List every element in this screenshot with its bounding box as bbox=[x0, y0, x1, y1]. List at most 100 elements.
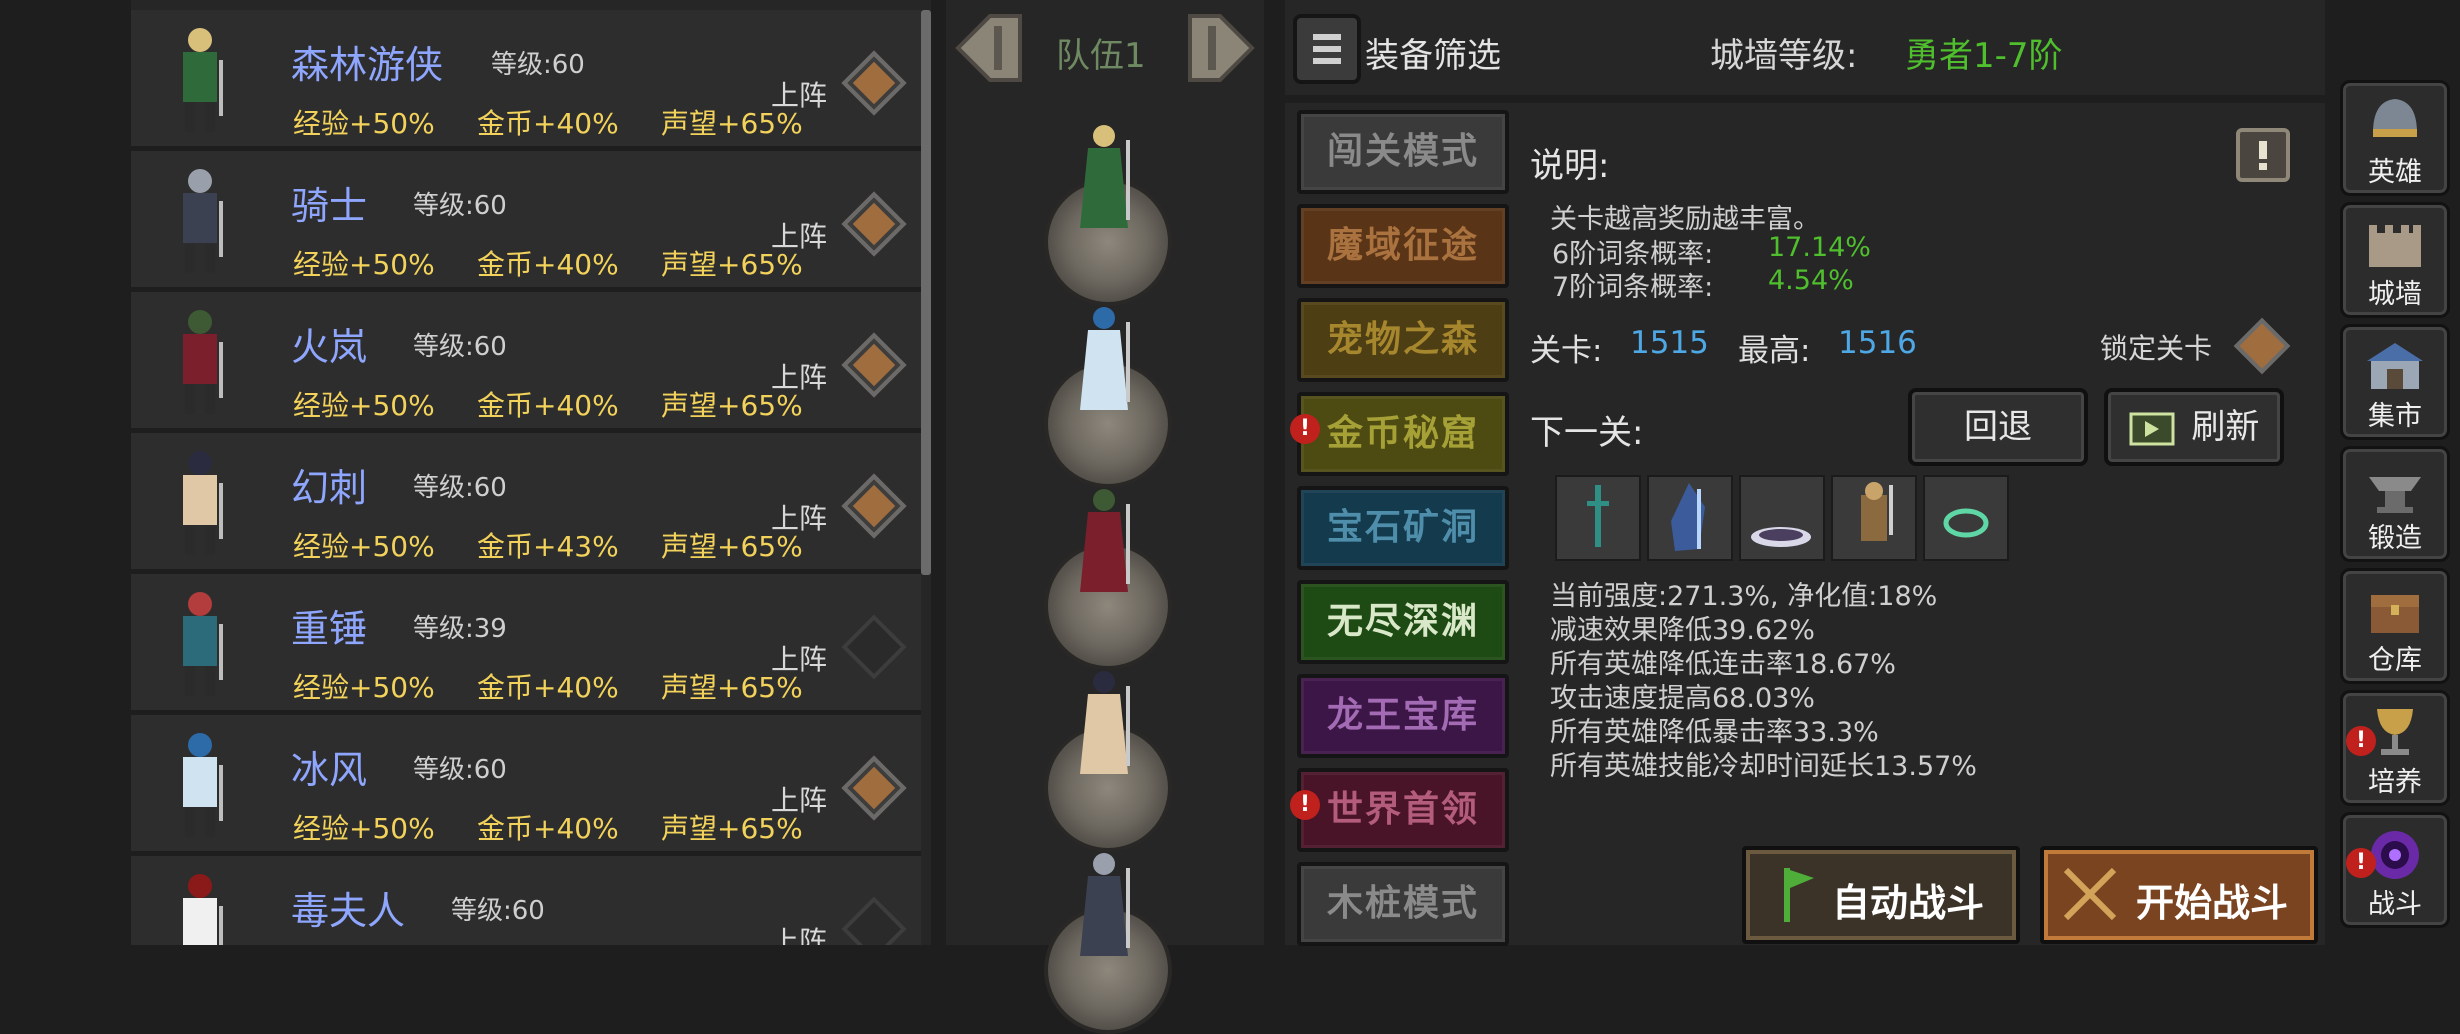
auto-battle-button[interactable]: 自动战斗 bbox=[1742, 846, 2020, 944]
enemy-slot-1[interactable] bbox=[1555, 475, 1641, 561]
hero-deploy-label: 上阵 bbox=[771, 784, 828, 817]
hero-deploy-toggle[interactable] bbox=[841, 50, 907, 116]
hero-level: 等级:39 bbox=[413, 614, 507, 644]
nav-label: 集市 bbox=[2368, 401, 2422, 432]
prev-team-arrow-icon[interactable] bbox=[954, 12, 1024, 84]
mode-label: 魔域征途 bbox=[1326, 225, 1479, 266]
hero-gold-bonus: 金币+43% bbox=[477, 530, 619, 563]
hero-row[interactable]: 冰风 等级:60 经验+50% 金币+40% 声望+65% 上阵 bbox=[131, 715, 921, 857]
hero-row[interactable]: 幻刺 等级:60 经验+50% 金币+43% 声望+65% 上阵 bbox=[131, 433, 921, 575]
hero-exp-bonus: 经验+50% bbox=[293, 812, 435, 845]
hero-deploy-toggle[interactable] bbox=[841, 614, 907, 680]
mode-button[interactable]: 闯关模式 bbox=[1297, 110, 1509, 194]
hero-deploy-toggle[interactable] bbox=[841, 755, 907, 821]
nav-button-2[interactable]: 城墙 bbox=[2340, 202, 2450, 318]
mode-button[interactable]: 宠物之森 bbox=[1297, 298, 1509, 382]
best-stage-value: 1516 bbox=[1838, 325, 1917, 361]
start-battle-button[interactable]: 开始战斗 bbox=[2040, 846, 2318, 944]
menu-icon bbox=[1313, 34, 1341, 64]
hero-level: 等级:60 bbox=[413, 473, 507, 503]
hero-portrait-icon bbox=[183, 310, 223, 414]
hero-exp-bonus: 经验+50% bbox=[293, 671, 435, 704]
hero-row[interactable]: 毒夫人 等级:60 上阵 bbox=[131, 856, 921, 945]
mode-label: 木桩模式 bbox=[1326, 883, 1479, 924]
hero-level: 等级:60 bbox=[491, 50, 585, 80]
goblet-icon bbox=[2377, 709, 2413, 755]
mode-button[interactable]: 世界首领 bbox=[1297, 768, 1509, 852]
stage-modifier-line: 所有英雄降低连击率18.67% bbox=[1550, 649, 1896, 680]
hero-deploy-label: 上阵 bbox=[771, 220, 828, 253]
info-icon bbox=[2259, 141, 2267, 170]
mode-label: 龙王宝库 bbox=[1326, 695, 1479, 736]
mode-button[interactable]: 龙王宝库 bbox=[1297, 674, 1509, 758]
alert-badge-icon: ! bbox=[1290, 790, 1320, 820]
hero-name: 骑士 bbox=[291, 184, 368, 228]
equipment-filter-label[interactable]: 装备筛选 bbox=[1365, 28, 1501, 77]
hero-deploy-label: 上阵 bbox=[771, 925, 828, 945]
hero-gold-bonus: 金币+40% bbox=[477, 248, 619, 281]
start-battle-label: 开始战斗 bbox=[2136, 881, 2289, 925]
retreat-button[interactable]: 回退 bbox=[1908, 388, 2088, 466]
team-member-sprite[interactable] bbox=[1054, 846, 1154, 976]
stage-modifier-line: 当前强度:271.3%, 净化值:18% bbox=[1550, 581, 1938, 612]
refresh-button[interactable]: 刷新 bbox=[2104, 388, 2284, 466]
enemy-slot-2[interactable] bbox=[1647, 475, 1733, 561]
enemy-slot-5[interactable] bbox=[1923, 475, 2009, 561]
team-member-sprite[interactable] bbox=[1054, 664, 1154, 794]
hero-list[interactable]: 森林游侠 等级:60 经验+50% 金币+40% 声望+65% 上阵 骑士 等级… bbox=[131, 0, 931, 945]
alert-badge-icon: ! bbox=[1290, 414, 1320, 444]
hero-deploy-toggle[interactable] bbox=[841, 896, 907, 945]
hero-row[interactable]: 重锤 等级:39 经验+50% 金币+40% 声望+65% 上阵 bbox=[131, 574, 921, 716]
wolf-icon bbox=[1751, 527, 1811, 547]
hero-deploy-toggle[interactable] bbox=[841, 473, 907, 539]
market-icon bbox=[2367, 343, 2423, 389]
hero-deploy-toggle[interactable] bbox=[841, 191, 907, 257]
nav-button-3[interactable]: 集市 bbox=[2340, 324, 2450, 440]
equipment-filter-button[interactable] bbox=[1293, 14, 1361, 84]
mode-button[interactable]: 金币秘窟 bbox=[1297, 392, 1509, 476]
retreat-label: 回退 bbox=[1964, 407, 2032, 447]
mode-button[interactable]: 魔域征途 bbox=[1297, 204, 1509, 288]
team-member-sprite[interactable] bbox=[1054, 300, 1154, 430]
hero-level: 等级:60 bbox=[451, 896, 545, 926]
mode-button[interactable]: 木桩模式 bbox=[1297, 862, 1509, 946]
hero-name: 重锤 bbox=[291, 607, 368, 651]
hero-row[interactable]: 森林游侠 等级:60 经验+50% 金币+40% 声望+65% 上阵 bbox=[131, 10, 921, 152]
alert-badge-icon: ! bbox=[2346, 848, 2376, 878]
nav-button-4[interactable]: 锻造 bbox=[2340, 446, 2450, 562]
hero-row[interactable]: 骑士 等级:60 经验+50% 金币+40% 声望+65% 上阵 bbox=[131, 151, 921, 293]
mode-label: 无尽深渊 bbox=[1326, 601, 1479, 642]
sword-icon bbox=[1587, 485, 1609, 547]
hero-level: 等级:60 bbox=[413, 755, 507, 785]
hero-exp-bonus: 经验+50% bbox=[293, 107, 435, 140]
stage-modifier-line: 所有英雄降低暴击率33.3% bbox=[1550, 717, 1879, 748]
hero-portrait-icon bbox=[183, 451, 223, 555]
nav-button-5[interactable]: 仓库 bbox=[2340, 568, 2450, 684]
enemy-slot-3[interactable] bbox=[1739, 475, 1825, 561]
description-title: 说明: bbox=[1530, 146, 1610, 186]
tier6-value: 17.14% bbox=[1768, 232, 1871, 263]
nav-label: 英雄 bbox=[2368, 157, 2422, 188]
hero-row[interactable]: 火岚 等级:60 经验+50% 金币+40% 声望+65% 上阵 bbox=[131, 292, 921, 434]
hero-name: 火岚 bbox=[291, 325, 368, 369]
hero-exp-bonus: 经验+50% bbox=[293, 530, 435, 563]
video-ad-icon bbox=[2129, 412, 2175, 445]
team-member-sprite[interactable] bbox=[1054, 118, 1154, 248]
hero-list-scrollbar[interactable] bbox=[921, 10, 931, 575]
team-member-sprite[interactable] bbox=[1054, 482, 1154, 612]
mode-button[interactable]: 无尽深渊 bbox=[1297, 580, 1509, 664]
next-team-arrow-icon[interactable] bbox=[1186, 12, 1256, 84]
hero-deploy-toggle[interactable] bbox=[841, 332, 907, 398]
mode-button[interactable]: 宝石矿洞 bbox=[1297, 486, 1509, 570]
portal-icon bbox=[2371, 831, 2419, 879]
top-bar: 装备筛选 城墙等级: 勇者1-7阶 bbox=[1285, 0, 2325, 95]
nav-button-1[interactable]: 英雄 bbox=[2340, 80, 2450, 196]
hero-exp-bonus: 经验+50% bbox=[293, 389, 435, 422]
enemy-slot-4[interactable] bbox=[1831, 475, 1917, 561]
tier7-label: 7阶词条概率: bbox=[1552, 272, 1714, 303]
hero-portrait-icon bbox=[183, 733, 223, 837]
hero-portrait-icon bbox=[183, 169, 223, 273]
help-button[interactable] bbox=[2236, 128, 2290, 182]
refresh-label: 刷新 bbox=[2191, 407, 2260, 447]
description-text: 关卡越高奖励越丰富。 bbox=[1550, 204, 1820, 235]
